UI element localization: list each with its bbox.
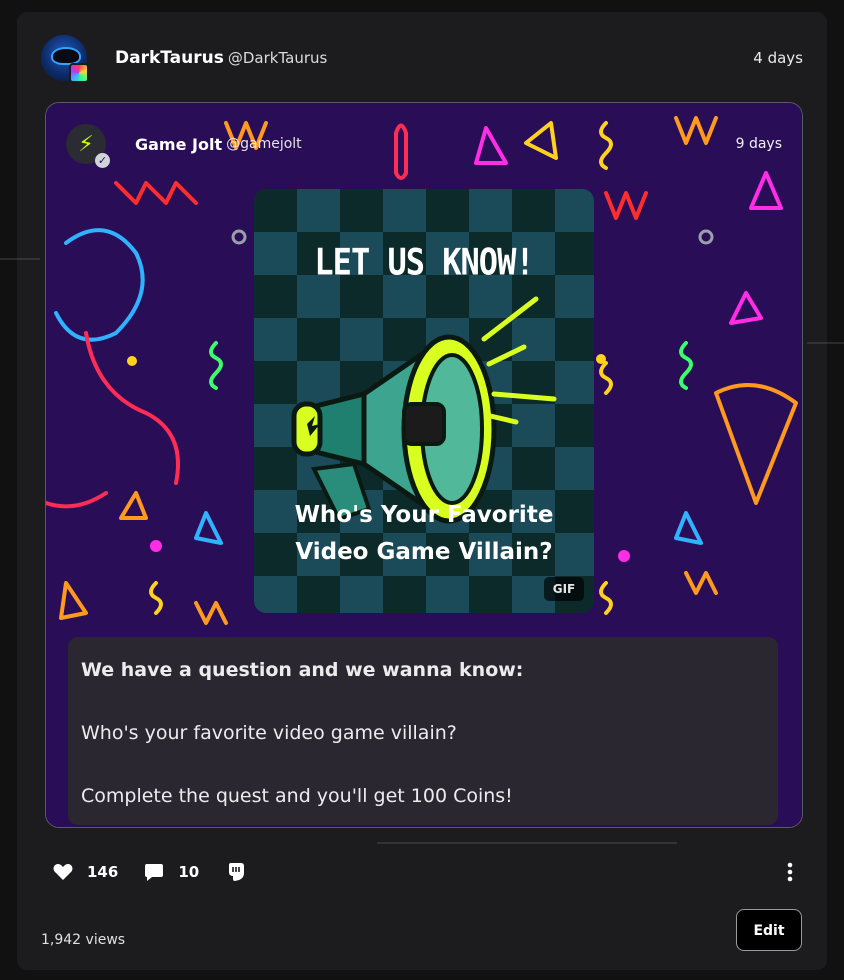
more-vertical-icon [787, 862, 793, 882]
post-timestamp[interactable]: 4 days [753, 49, 803, 67]
supporter-badge-icon [69, 63, 89, 83]
divider [377, 842, 677, 844]
author-name[interactable]: DarkTaurus [115, 48, 224, 68]
post-author-row: DarkTaurus @DarkTaurus 4 days [41, 32, 803, 84]
like-count: 146 [87, 863, 119, 881]
post-card: DarkTaurus @DarkTaurus 4 days ⚡ ✓ Game J… [0, 12, 844, 970]
post-text-line: Complete the quest and you'll get 100 Co… [81, 785, 513, 807]
verified-check-icon: ✓ [95, 153, 110, 168]
repost-text-body: We have a question and we wanna know: Wh… [68, 637, 778, 825]
comment-button[interactable]: 10 [144, 863, 199, 882]
more-options-button[interactable] [787, 862, 793, 882]
post-actions: 146 10 [53, 858, 793, 886]
heart-icon [53, 864, 73, 880]
post-text-line: We have a question and we wanna know: [81, 659, 524, 681]
view-count: 1,942 views [41, 932, 126, 948]
gif-image[interactable]: LET US KNOW! Who's Your Favorite Video G… [254, 189, 594, 613]
quest-button[interactable] [225, 861, 247, 883]
divider [0, 258, 40, 260]
divider [807, 342, 844, 344]
gif-badge: GIF [544, 577, 584, 601]
gif-title-text: LET US KNOW! [314, 240, 534, 284]
post-text-line: Who's your favorite video game villain? [81, 722, 457, 744]
gif-caption-text: Who's Your Favorite Video Game Villain? [254, 497, 594, 571]
lightning-icon: ⚡ [78, 131, 94, 157]
comment-icon [145, 863, 164, 881]
gif-caption-line: Who's Your Favorite [294, 502, 554, 528]
repost-author-handle[interactable]: @gamejolt [226, 136, 302, 152]
avatar[interactable] [41, 35, 89, 83]
fist-icon [229, 863, 245, 881]
comment-count: 10 [178, 863, 200, 881]
repost-author-row: ⚡ ✓ Game Jolt @gamejolt 9 days [66, 121, 782, 168]
repost-author-name[interactable]: Game Jolt [135, 135, 222, 154]
gamejolt-avatar[interactable]: ⚡ ✓ [66, 124, 110, 168]
reposted-post[interactable]: ⚡ ✓ Game Jolt @gamejolt 9 days LET US KN… [45, 102, 803, 828]
like-button[interactable]: 146 [53, 863, 118, 881]
author-handle[interactable]: @DarkTaurus [228, 49, 327, 67]
gif-caption-line: Video Game Villain? [295, 539, 553, 565]
edit-button[interactable]: Edit [736, 909, 802, 951]
repost-timestamp[interactable]: 9 days [736, 136, 782, 152]
